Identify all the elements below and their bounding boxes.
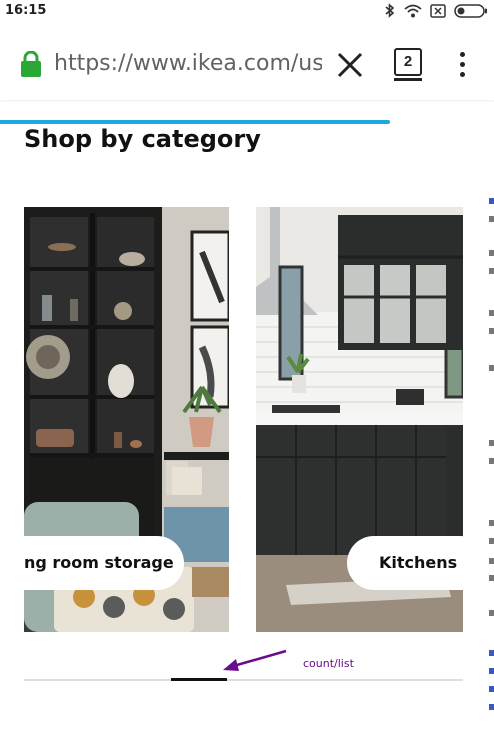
page-load-progress bbox=[0, 120, 494, 124]
carousel-scroll-track[interactable] bbox=[24, 678, 463, 681]
carousel-scroll-thumb[interactable] bbox=[171, 678, 228, 681]
bluetooth-icon bbox=[385, 3, 395, 18]
lock-icon bbox=[21, 51, 41, 77]
category-card-living-room-storage[interactable]: ng room storage bbox=[24, 207, 229, 632]
category-label-living-room-storage[interactable]: ng room storage bbox=[24, 536, 184, 590]
wifi-icon bbox=[404, 4, 422, 17]
browser-toolbar: https://www.ikea.com/us/e 2 bbox=[0, 22, 494, 124]
background-content-sliver bbox=[487, 190, 494, 733]
status-time: 16:15 bbox=[5, 3, 47, 18]
annotation-label: count/list bbox=[303, 657, 354, 670]
status-icons bbox=[384, 3, 488, 18]
page-load-progress-fill bbox=[0, 120, 391, 124]
annotation-arrow-icon bbox=[223, 649, 287, 671]
status-bar: 16:15 bbox=[0, 0, 494, 22]
overflow-menu-icon[interactable] bbox=[457, 52, 467, 78]
sim-icon bbox=[430, 3, 446, 18]
battery-icon bbox=[454, 3, 487, 18]
close-icon[interactable] bbox=[335, 50, 365, 80]
category-label-kitchens[interactable]: Kitchens bbox=[347, 536, 463, 590]
address-bar[interactable]: https://www.ikea.com/us/e bbox=[54, 51, 322, 76]
tab-switcher-underline bbox=[394, 78, 422, 81]
page-title: Shop by category bbox=[24, 125, 261, 153]
tab-switcher-button[interactable]: 2 bbox=[394, 48, 422, 76]
category-card-kitchens[interactable]: Kitchens bbox=[256, 207, 463, 632]
